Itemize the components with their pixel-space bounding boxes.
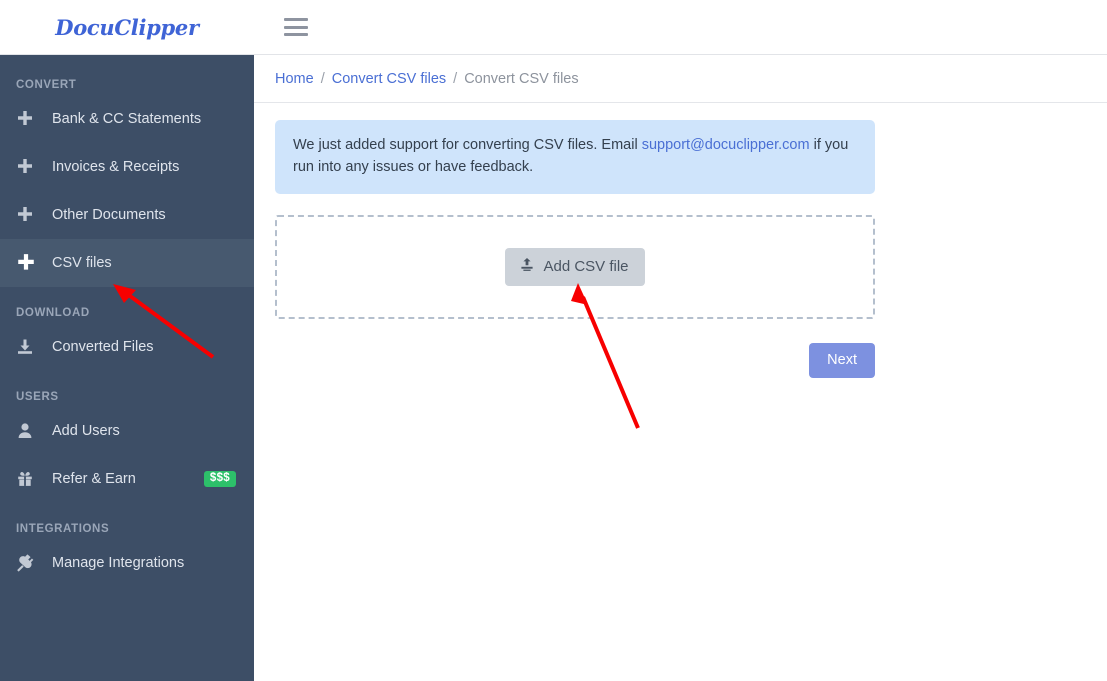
sidebar-item-label: Manage Integrations <box>52 555 185 571</box>
sidebar: CONVERT Bank & CC Statements Invoices & … <box>0 55 254 681</box>
plug-icon <box>16 553 52 573</box>
sidebar-item-label: Add Users <box>52 423 120 439</box>
breadcrumb-separator: / <box>453 70 458 87</box>
breadcrumb-parent-link[interactable]: Convert CSV files <box>332 71 446 87</box>
app-window: DocuClipper CONVERT Bank & CC Statements… <box>0 0 1107 681</box>
download-icon <box>16 338 52 356</box>
breadcrumb-current: Convert CSV files <box>464 70 579 87</box>
sidebar-item-refer-earn[interactable]: Refer & Earn $$$ <box>0 455 254 503</box>
sidebar-item-label: CSV files <box>52 255 112 271</box>
sidebar-section-convert: CONVERT <box>16 79 77 91</box>
sidebar-section-users: USERS <box>16 391 59 403</box>
sidebar-item-label: Other Documents <box>52 207 166 223</box>
plus-icon <box>16 253 52 273</box>
add-csv-file-button[interactable]: Add CSV file <box>505 247 645 286</box>
notice-text-before: We just added support for converting CSV… <box>293 137 642 153</box>
action-row: Next <box>275 342 875 378</box>
hamburger-bar <box>284 18 308 21</box>
hamburger-icon[interactable] <box>284 16 308 38</box>
top-header: DocuClipper <box>0 0 1107 55</box>
plus-icon <box>16 206 52 224</box>
breadcrumb-home-link[interactable]: Home <box>275 71 314 87</box>
hamburger-bar <box>284 25 308 29</box>
gift-icon <box>16 470 52 488</box>
sidebar-item-label: Invoices & Receipts <box>52 159 180 175</box>
sidebar-item-label: Bank & CC Statements <box>52 111 202 127</box>
support-email-link[interactable]: support@docuclipper.com <box>642 137 810 153</box>
user-icon <box>16 422 52 440</box>
add-csv-file-label: Add CSV file <box>543 257 629 275</box>
sidebar-item-invoices-receipts[interactable]: Invoices & Receipts <box>0 143 254 191</box>
upload-icon <box>519 258 535 274</box>
file-dropzone[interactable]: Add CSV file <box>275 214 875 319</box>
sidebar-item-add-users[interactable]: Add Users <box>0 407 254 455</box>
sidebar-item-manage-integrations[interactable]: Manage Integrations <box>0 539 254 587</box>
breadcrumb: Home / Convert CSV files / Convert CSV f… <box>254 55 1107 103</box>
breadcrumb-separator: / <box>320 70 325 87</box>
sidebar-item-other-documents[interactable]: Other Documents <box>0 191 254 239</box>
sidebar-section-integrations: INTEGRATIONS <box>16 523 110 535</box>
sidebar-item-csv-files[interactable]: CSV files <box>0 239 254 287</box>
sidebar-item-label: Converted Files <box>52 339 154 355</box>
page-body: We just added support for converting CSV… <box>254 103 1107 378</box>
brand-logo[interactable]: DocuClipper <box>0 0 254 54</box>
main-content: Home / Convert CSV files / Convert CSV f… <box>254 55 1107 681</box>
sidebar-item-converted-files[interactable]: Converted Files <box>0 323 254 371</box>
sidebar-item-label: Refer & Earn <box>52 471 136 487</box>
sidebar-item-bank-cc-statements[interactable]: Bank & CC Statements <box>0 95 254 143</box>
sidebar-section-download: DOWNLOAD <box>16 307 90 319</box>
next-button[interactable]: Next <box>809 342 875 378</box>
status-badge: $$$ <box>203 470 236 488</box>
plus-icon <box>16 110 52 128</box>
plus-icon <box>16 158 52 176</box>
info-banner: We just added support for converting CSV… <box>275 120 875 194</box>
hamburger-bar <box>284 33 308 36</box>
